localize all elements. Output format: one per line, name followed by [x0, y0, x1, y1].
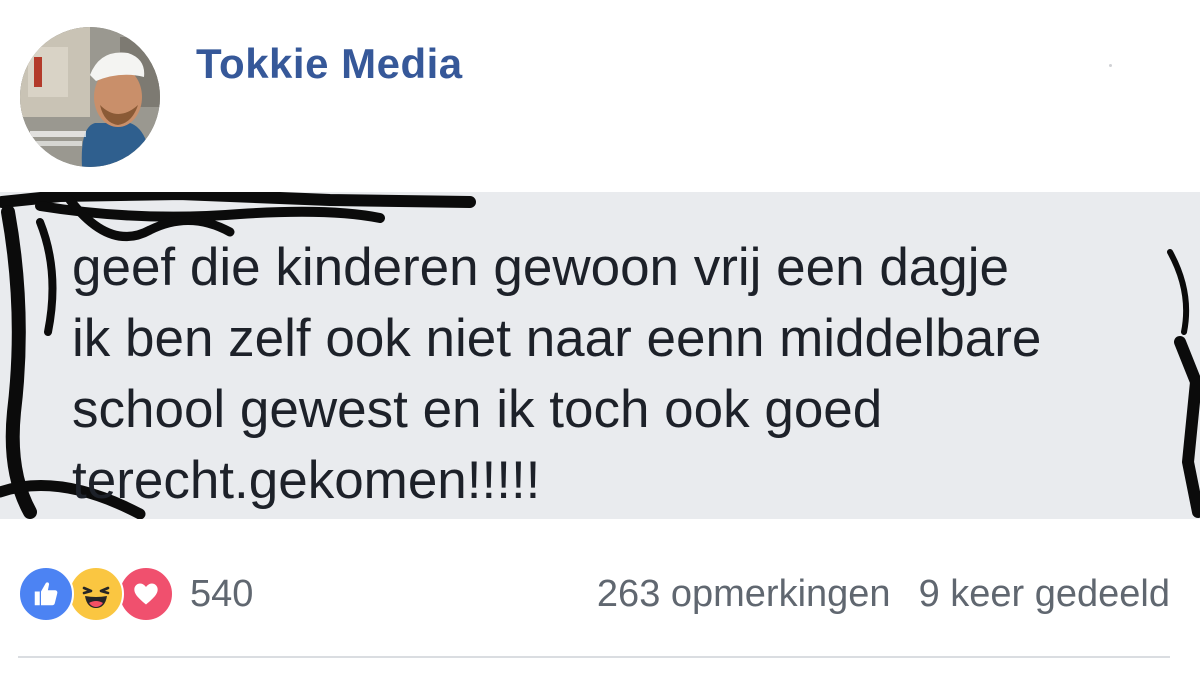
shares-count-link[interactable]: 9 keer gedeeld — [919, 573, 1170, 616]
comments-count-link[interactable]: 263 opmerkingen — [597, 573, 891, 616]
haha-icon — [68, 566, 124, 622]
avatar-photo — [20, 27, 160, 167]
reactions-summary[interactable]: 540 — [18, 566, 253, 622]
page-avatar[interactable] — [20, 27, 160, 167]
heart-icon — [134, 583, 158, 605]
options-dot-icon[interactable] — [1109, 64, 1112, 67]
thumbs-up-icon — [34, 582, 58, 606]
laughing-face-icon — [82, 586, 110, 608]
love-icon — [118, 566, 174, 622]
facebook-post: Tokkie Media geef die kinderen gewoon vr… — [0, 0, 1200, 678]
post-text: geef die kinderen gewoon vrij een dagje … — [72, 238, 1042, 510]
footer-divider — [18, 656, 1170, 658]
post-content-panel: geef die kinderen gewoon vrij een dagje … — [0, 192, 1200, 519]
like-icon — [18, 566, 74, 622]
reaction-count[interactable]: 540 — [190, 573, 253, 616]
engagement-summary: 263 opmerkingen 9 keer gedeeld — [597, 573, 1170, 616]
page-name-link[interactable]: Tokkie Media — [196, 40, 463, 88]
